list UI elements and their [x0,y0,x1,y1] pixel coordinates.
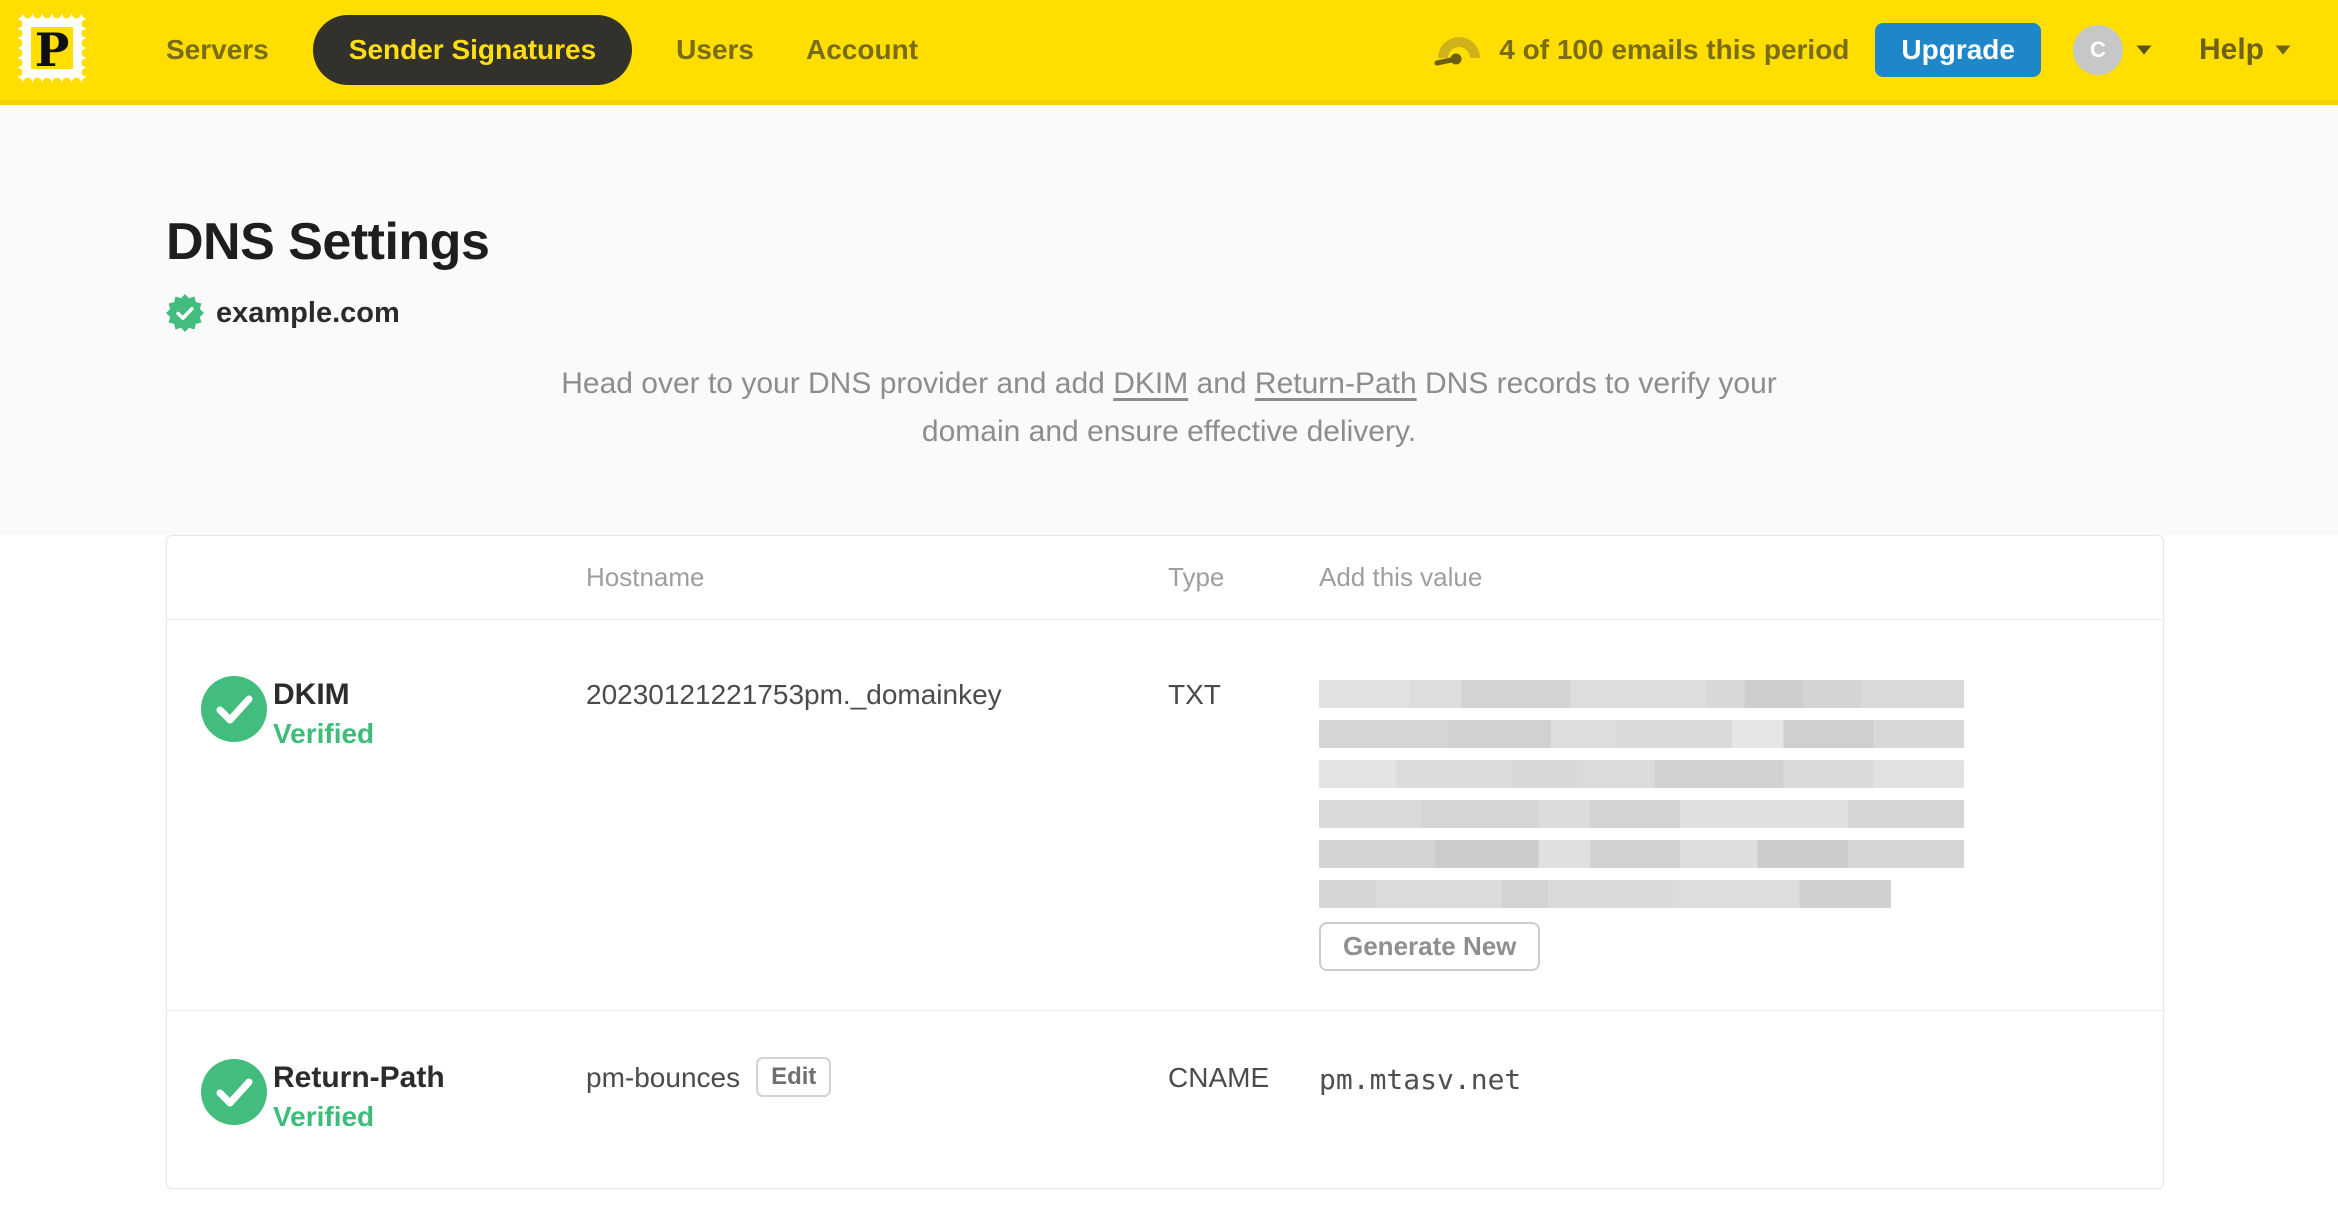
return-path-link[interactable]: Return-Path [1255,367,1417,400]
svg-text:P: P [35,23,70,77]
help-label: Help [2198,33,2264,66]
table-row-return-path: Return-Path Verified pm-bounces Edit CNA… [167,1011,2163,1188]
chevron-down-icon [2136,45,2152,55]
dns-value: pm.mtasv.net [1319,1063,1522,1096]
primary-nav: Servers Sender Signatures Users Account [140,15,944,85]
nav-item-sender-signatures[interactable]: Sender Signatures [312,15,633,85]
dns-records-card: Hostname Type Add this value DKIM Verifi… [166,535,2164,1189]
gauge-icon [1434,37,1481,66]
nav-item-account[interactable]: Account [780,34,944,66]
hostname-value: pm-bounces [586,1062,741,1093]
postmark-stamp-icon: P [13,9,91,86]
record-name-cell: Return-Path Verified [167,1059,586,1188]
usage-text: 4 of 100 emails this period [1499,34,1850,65]
redacted-dns-value-line [1319,880,1891,908]
verified-seal-icon [166,294,204,332]
type-cell: TXT [1168,679,1221,710]
redacted-dns-value-line [1319,840,1964,868]
description-text: and [1188,367,1255,400]
verified-check-icon [201,1059,267,1125]
upgrade-button[interactable]: Upgrade [1875,23,2041,77]
chevron-down-icon [2275,45,2291,55]
email-usage-meter: 4 of 100 emails this period [1433,28,1849,72]
table-header-row: Hostname Type Add this value [167,536,2163,620]
redacted-dns-value-line [1319,720,1964,748]
status-badge: Verified [273,1101,375,1132]
value-cell: Generate New [1319,676,2163,1010]
hostname-cell: 20230121221753pm._domainkey [586,676,1168,1010]
page-title: DNS Settings [166,213,490,271]
page-description: Head over to your DNS provider and add D… [549,360,1789,456]
record-name: DKIM [273,678,350,711]
edit-button[interactable]: Edit [756,1057,832,1097]
help-menu[interactable]: Help [2199,33,2292,67]
redacted-dns-value-line [1319,680,1964,708]
column-header-hostname: Hostname [586,562,705,592]
hostname-value: 20230121221753pm._domainkey [586,679,1002,710]
domain-name: example.com [216,296,400,329]
record-name: Return-Path [273,1061,445,1094]
avatar: C [2072,25,2123,75]
value-cell: pm.mtasv.net [1319,1059,2163,1188]
account-menu[interactable]: C [2072,25,2153,75]
verified-check-icon [201,676,267,742]
hostname-cell: pm-bounces Edit [586,1057,1168,1188]
status-badge: Verified [273,718,375,749]
dkim-link[interactable]: DKIM [1113,367,1188,400]
redacted-dns-value-line [1319,760,1964,788]
postmark-logo[interactable]: P [13,9,91,91]
column-header-type: Type [1168,562,1225,592]
type-cell: CNAME [1168,1062,1270,1093]
table-row-dkim: DKIM Verified 20230121221753pm._domainke… [167,620,2163,1011]
nav-right-section: 4 of 100 emails this period Upgrade C He… [1433,23,2338,77]
nav-item-users[interactable]: Users [650,34,780,66]
nav-item-servers[interactable]: Servers [140,34,295,66]
main-content: Hostname Type Add this value DKIM Verifi… [0,535,2338,1189]
record-name-cell: DKIM Verified [167,676,586,1010]
description-text: Head over to your DNS provider and add [561,367,1114,400]
generate-new-button[interactable]: Generate New [1319,922,1541,971]
top-nav: P Servers Sender Signatures Users Accoun… [0,0,2338,105]
redacted-dns-value-line [1319,800,1964,828]
domain-row: example.com [166,294,2338,332]
column-header-value: Add this value [1319,562,1483,592]
